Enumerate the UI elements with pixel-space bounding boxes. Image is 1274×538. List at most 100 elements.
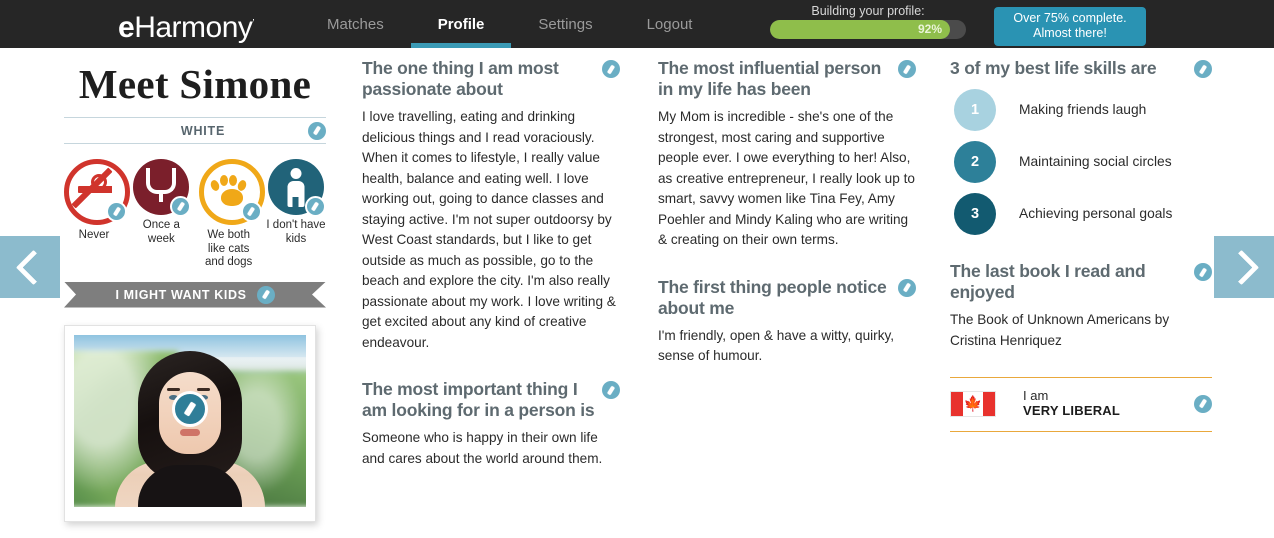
- chevron-right-icon: [1223, 249, 1258, 284]
- maple-leaf-icon: 🍁: [964, 396, 983, 411]
- lifestyle-item-drinking[interactable]: Once a week: [131, 159, 191, 270]
- paw-toe: [209, 179, 221, 192]
- kids-banner[interactable]: I MIGHT WANT KIDS: [64, 282, 326, 308]
- edit-pencil-icon-photo[interactable]: [172, 391, 208, 427]
- canada-flag-icon: 🍁: [950, 391, 996, 417]
- wine-glass-icon: [133, 159, 189, 215]
- edit-pencil-icon-ethnicity[interactable]: [308, 122, 326, 140]
- divider-bottom: [950, 431, 1212, 432]
- skill-label: Achieving personal goals: [1019, 205, 1172, 223]
- answer-heading: The most influential person in my life h…: [658, 58, 892, 100]
- brand-harmony: Harmony: [134, 11, 252, 44]
- profile-summary-column: Meet Simone WHITE Never Once a: [64, 58, 326, 522]
- answers-column-3: 3 of my best life skills are 1 Making fr…: [950, 58, 1212, 432]
- answer-heading: 3 of my best life skills are: [950, 58, 1156, 79]
- edit-pencil-icon-drinking[interactable]: [170, 196, 191, 217]
- edit-pencil-icon-life-skills[interactable]: [1194, 60, 1212, 78]
- previous-profile-button[interactable]: [0, 236, 60, 298]
- nav-item-settings[interactable]: Settings: [511, 0, 619, 48]
- answer-block-passionate: The one thing I am most passionate about…: [362, 58, 620, 353]
- paw-toe: [229, 175, 237, 186]
- answer-block-life-skills: 3 of my best life skills are 1 Making fr…: [950, 58, 1212, 235]
- eharmony-logo[interactable]: eHarmony’: [118, 3, 254, 49]
- edit-pencil-icon-passionate[interactable]: [602, 60, 620, 78]
- politics-line2: VERY LIBERAL: [1023, 403, 1194, 419]
- answer-heading-row: The first thing people notice about me: [658, 277, 916, 319]
- paw-pad: [221, 189, 243, 206]
- edit-pencil-icon-kids-banner[interactable]: [257, 286, 275, 304]
- lifestyle-item-smoking[interactable]: Never: [64, 159, 124, 270]
- wine-glass-shape: [146, 168, 176, 194]
- lifestyle-caption-pets: We both like cats and dogs: [199, 229, 259, 270]
- life-skills-list: 1 Making friends laugh 2 Maintaining soc…: [950, 89, 1212, 235]
- lifestyle-item-kids[interactable]: I don't have kids: [266, 159, 326, 270]
- list-item: 2 Maintaining social circles: [950, 141, 1212, 183]
- nav-item-matches[interactable]: Matches: [300, 0, 411, 48]
- answer-heading-row: 3 of my best life skills are: [950, 58, 1212, 79]
- answer-heading-row: The last book I read and enjoyed: [950, 261, 1212, 303]
- paw-print-icon: [199, 159, 265, 225]
- skill-label: Making friends laugh: [1019, 101, 1146, 119]
- nav-item-profile[interactable]: Profile: [411, 0, 512, 48]
- answer-block-last-book: The last book I read and enjoyed The Boo…: [950, 261, 1212, 351]
- answer-heading: The most important thing I am looking fo…: [362, 379, 596, 421]
- lifestyle-item-pets[interactable]: We both like cats and dogs: [199, 159, 259, 270]
- answer-block-influential-person: The most influential person in my life h…: [658, 58, 916, 251]
- chevron-left-icon: [15, 249, 50, 284]
- completion-badge-line1: Over 75% complete.: [994, 11, 1146, 26]
- edit-pencil-icon-first-notice[interactable]: [898, 279, 916, 297]
- photo-eyebrow: [167, 388, 180, 391]
- next-profile-button[interactable]: [1214, 236, 1274, 298]
- edit-pencil-icon-kids[interactable]: [305, 196, 326, 217]
- person-icon: [268, 159, 324, 215]
- skill-number-badge: 3: [954, 193, 996, 235]
- lifestyle-icon-row: Never Once a week We both like: [64, 159, 326, 270]
- completion-badge-line2: Almost there!: [994, 26, 1146, 41]
- no-smoking-icon: [64, 159, 130, 225]
- page-title: Meet Simone: [64, 58, 326, 110]
- profile-photo-frame[interactable]: [64, 325, 316, 522]
- photo-eyebrow: [197, 388, 210, 391]
- edit-pencil-icon-influential-person[interactable]: [898, 60, 916, 78]
- answers-column-1: The one thing I am most passionate about…: [362, 58, 620, 495]
- answers-column-2: The most influential person in my life h…: [658, 58, 916, 393]
- politics-row: 🍁 I am VERY LIBERAL: [950, 378, 1212, 431]
- person-body: [287, 181, 304, 207]
- nav-item-logout[interactable]: Logout: [620, 0, 720, 48]
- progress-percent: 92%: [918, 20, 942, 39]
- photo-lips: [180, 429, 200, 436]
- answer-block-first-notice: The first thing people notice about me I…: [658, 277, 916, 367]
- lifestyle-caption-smoking: Never: [64, 229, 124, 243]
- progress-track: 92%: [770, 20, 966, 39]
- answer-body: I love travelling, eating and drinking d…: [362, 107, 620, 353]
- brand-e: e: [118, 11, 134, 44]
- skill-label: Maintaining social circles: [1019, 153, 1172, 171]
- answer-body: My Mom is incredible - she's one of the …: [658, 107, 916, 251]
- politics-line1: I am: [1023, 388, 1194, 403]
- lifestyle-caption-kids: I don't have kids: [266, 219, 326, 246]
- ethnicity-row: WHITE: [64, 117, 326, 144]
- answer-body: The Book of Unknown Americans by Cristin…: [950, 310, 1212, 351]
- answer-block-looking-for: The most important thing I am looking fo…: [362, 379, 620, 469]
- main-nav: Matches Profile Settings Logout: [300, 0, 719, 48]
- completion-badge[interactable]: Over 75% complete. Almost there!: [994, 7, 1146, 46]
- profile-page: eHarmony’ Matches Profile Settings Logou…: [0, 0, 1274, 538]
- answer-body: Someone who is happy in their own life a…: [362, 428, 620, 469]
- edit-pencil-icon-looking-for[interactable]: [602, 381, 620, 399]
- skill-number-badge: 1: [954, 89, 996, 131]
- profile-progress: Building your profile: 92%: [770, 3, 966, 39]
- edit-pencil-icon-politics[interactable]: [1194, 395, 1212, 413]
- answer-heading-row: The one thing I am most passionate about: [362, 58, 620, 100]
- list-item: 3 Achieving personal goals: [950, 193, 1212, 235]
- edit-pencil-icon-last-book[interactable]: [1194, 263, 1212, 281]
- answer-heading-row: The most influential person in my life h…: [658, 58, 916, 100]
- edit-pencil-icon-smoking[interactable]: [106, 201, 127, 222]
- list-item: 1 Making friends laugh: [950, 89, 1212, 131]
- answer-heading-row: The most important thing I am looking fo…: [362, 379, 620, 421]
- answer-heading: The last book I read and enjoyed: [950, 261, 1188, 303]
- politics-text: I am VERY LIBERAL: [1023, 388, 1194, 419]
- kids-banner-label: I MIGHT WANT KIDS: [115, 288, 246, 302]
- progress-label: Building your profile:: [770, 3, 966, 19]
- edit-pencil-icon-pets[interactable]: [241, 201, 262, 222]
- skill-number-badge: 2: [954, 141, 996, 183]
